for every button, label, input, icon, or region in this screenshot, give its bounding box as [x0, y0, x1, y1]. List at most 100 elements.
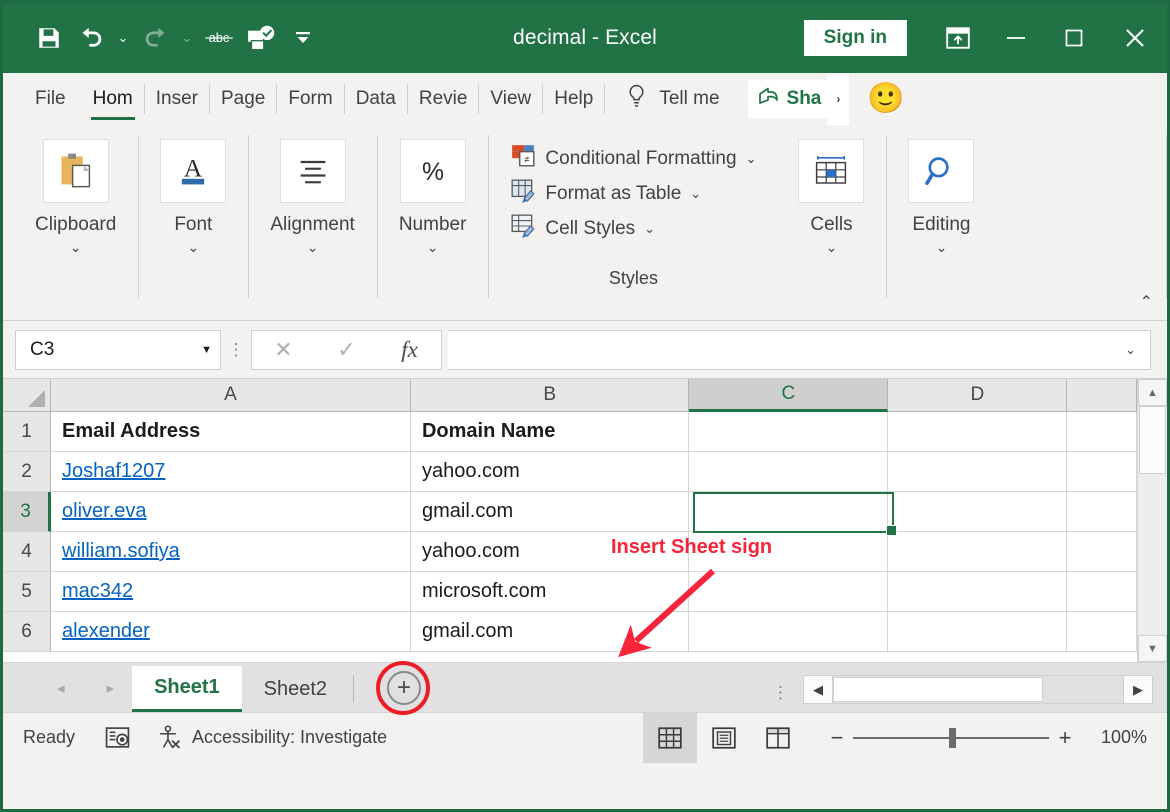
tab-review[interactable]: Revie [408, 73, 479, 125]
next-sheet-button[interactable]: ▸ [107, 679, 115, 697]
cell-d5[interactable] [888, 572, 1068, 612]
conditional-formatting-button[interactable]: ≠ Conditional Formatting ⌄ [510, 141, 756, 176]
name-box[interactable]: C3 ▼ [15, 329, 221, 370]
tab-home[interactable]: Hom [82, 73, 144, 125]
customize-quick-access-toolbar-icon[interactable] [283, 16, 323, 60]
row-header-6[interactable]: 6 [3, 612, 51, 652]
redo-icon[interactable] [135, 16, 175, 60]
formula-bar-drag-handle[interactable]: ⋮ [221, 341, 251, 358]
row-header-4[interactable]: 4 [3, 532, 51, 572]
close-icon[interactable] [1103, 3, 1167, 73]
cell-c6[interactable] [689, 612, 889, 652]
zoom-in-button[interactable]: + [1049, 725, 1081, 751]
vertical-scrollbar[interactable]: ▲ ▼ [1137, 379, 1167, 662]
cell-c3[interactable] [689, 492, 889, 532]
cell-a2[interactable]: Joshaf1207 [51, 452, 411, 492]
spelling-icon[interactable]: abc [199, 16, 239, 60]
horizontal-scrollbar[interactable]: ◀ ▶ [803, 675, 1153, 704]
ribbon-display-options-icon[interactable] [929, 3, 987, 73]
zoom-level-label[interactable]: 100% [1081, 727, 1167, 748]
horizontal-scroll-thumb[interactable] [833, 677, 1043, 702]
redo-dropdown-chevron-icon[interactable]: ⌄ [177, 16, 197, 60]
cell-e4[interactable] [1067, 532, 1137, 572]
accessibility-checker[interactable]: Accessibility: Investigate [156, 725, 387, 750]
ribbon-group-number[interactable]: % Number ⌄ [376, 125, 489, 320]
chevron-down-icon[interactable]: ⌄ [427, 240, 439, 254]
chevron-down-icon[interactable]: ⌄ [644, 221, 655, 237]
cell-a6[interactable]: alexender [51, 612, 411, 652]
cell-c2[interactable] [689, 452, 889, 492]
row-header-2[interactable]: 2 [3, 452, 51, 492]
print-preview-icon[interactable] [241, 16, 281, 60]
row-header-5[interactable]: 5 [3, 572, 51, 612]
column-header-b[interactable]: B [411, 379, 690, 412]
sheet-tab-sheet2[interactable]: Sheet2 [241, 666, 350, 712]
tab-file[interactable]: File [21, 73, 82, 125]
scroll-down-button[interactable]: ▼ [1138, 635, 1167, 662]
cell-e6[interactable] [1067, 612, 1137, 652]
cell-styles-button[interactable]: Cell Styles ⌄ [510, 211, 756, 246]
ribbon-group-editing[interactable]: Editing ⌄ [886, 125, 996, 320]
scroll-right-button[interactable]: ▶ [1123, 675, 1153, 704]
format-as-table-button[interactable]: Format as Table ⌄ [510, 176, 756, 211]
minimize-icon[interactable] [987, 3, 1045, 73]
ribbon-group-font[interactable]: A Font ⌄ [138, 125, 248, 320]
sheet-tab-sheet1[interactable]: Sheet1 [132, 666, 242, 712]
vertical-scroll-track[interactable] [1138, 406, 1167, 635]
scroll-left-button[interactable]: ◀ [803, 675, 833, 704]
feedback-smiley-icon[interactable]: 🙂 [867, 84, 904, 114]
cell-b6[interactable]: gmail.com [410, 612, 690, 652]
select-all-button[interactable] [3, 379, 51, 412]
row-header-3[interactable]: 3 [3, 492, 51, 532]
cell-c1[interactable] [689, 412, 889, 452]
chevron-down-icon[interactable]: ⌄ [936, 240, 948, 254]
cell-a1[interactable]: Email Address [51, 412, 411, 452]
scroll-up-button[interactable]: ▲ [1138, 379, 1167, 406]
share-button[interactable]: Sha › [747, 73, 850, 125]
cell-e3[interactable] [1067, 492, 1137, 532]
tab-view[interactable]: View [479, 73, 542, 125]
zoom-slider[interactable] [853, 727, 1049, 748]
column-header-a[interactable]: A [51, 379, 411, 412]
cell-b3[interactable]: gmail.com [410, 492, 690, 532]
vertical-scroll-thumb[interactable] [1139, 406, 1166, 474]
ribbon-group-cells[interactable]: Cells ⌄ [776, 125, 886, 320]
chevron-down-icon[interactable]: ⌄ [187, 240, 199, 254]
cell-e2[interactable] [1067, 452, 1137, 492]
tab-insert[interactable]: Inser [145, 73, 209, 125]
cell-a3[interactable]: oliver.eva [51, 492, 411, 532]
sheet-tab-split-handle[interactable]: ⋮ [772, 685, 789, 702]
tab-data[interactable]: Data [345, 73, 407, 125]
undo-dropdown-chevron-icon[interactable]: ⌄ [113, 16, 133, 60]
tab-help[interactable]: Help [543, 73, 604, 125]
tab-page-layout[interactable]: Page [210, 73, 276, 125]
cell-b2[interactable]: yahoo.com [410, 452, 690, 492]
cell-b1[interactable]: Domain Name [410, 412, 690, 452]
collapse-ribbon-button[interactable]: ⌃ [1140, 292, 1153, 312]
cell-e5[interactable] [1067, 572, 1137, 612]
chevron-down-icon[interactable]: ⌄ [70, 240, 82, 254]
column-header-d[interactable]: D [888, 379, 1068, 412]
tell-me-search[interactable]: Tell me [605, 73, 733, 125]
horizontal-scroll-track[interactable] [833, 675, 1123, 704]
cell-a4[interactable]: william.sofiya [51, 532, 411, 572]
record-macro-icon[interactable] [105, 726, 130, 749]
insert-function-button[interactable]: fx [378, 331, 441, 369]
column-header-e[interactable] [1067, 379, 1137, 412]
tab-formulas[interactable]: Form [277, 73, 343, 125]
ribbon-group-alignment[interactable]: Alignment ⌄ [248, 125, 377, 320]
formula-input[interactable]: ⌄ [448, 329, 1151, 370]
ribbon-group-clipboard[interactable]: Clipboard ⌄ [13, 125, 138, 320]
cancel-formula-button[interactable]: ✕ [252, 331, 315, 369]
zoom-slider-thumb[interactable] [949, 727, 956, 748]
save-icon[interactable] [29, 16, 69, 60]
cell-d3[interactable] [888, 492, 1068, 532]
column-header-c[interactable]: C [689, 379, 889, 412]
chevron-down-icon[interactable]: ▼ [201, 344, 212, 356]
maximize-icon[interactable] [1045, 3, 1103, 73]
previous-sheet-button[interactable]: ◂ [57, 679, 65, 697]
cell-d2[interactable] [888, 452, 1068, 492]
page-layout-view-button[interactable] [697, 713, 751, 763]
zoom-out-button[interactable]: − [821, 725, 853, 751]
cell-d4[interactable] [888, 532, 1068, 572]
